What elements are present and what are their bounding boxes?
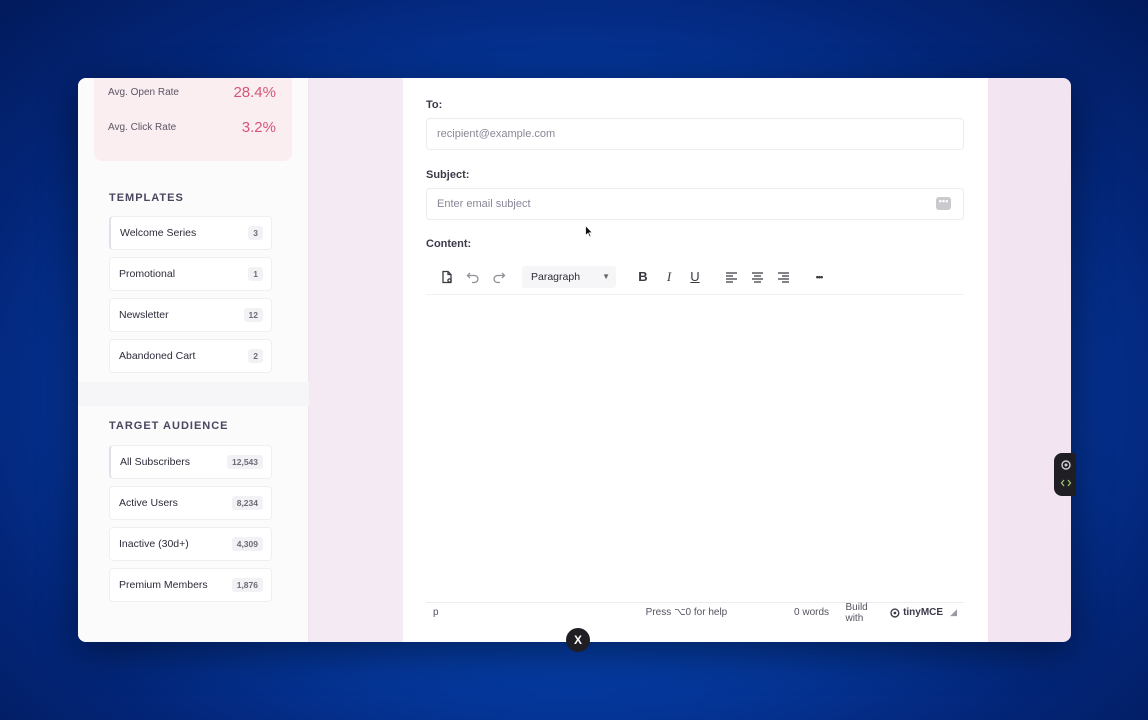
- code-icon[interactable]: [1060, 477, 1072, 489]
- template-label: Abandoned Cart: [119, 350, 196, 362]
- audience-count-badge: 12,543: [227, 455, 263, 469]
- document-settings-icon[interactable]: [434, 264, 460, 290]
- template-count-badge: 12: [243, 308, 263, 322]
- element-path[interactable]: p: [433, 607, 646, 618]
- editor-statusbar: p Press ⌥0 for help 0 words Build with t…: [426, 602, 964, 624]
- block-format-select[interactable]: Paragraph ▼: [522, 265, 616, 288]
- app-window: Avg. Open Rate 28.4% Avg. Click Rate 3.2…: [78, 78, 1071, 642]
- align-left-icon[interactable]: [718, 264, 744, 290]
- audience-label: Active Users: [119, 497, 178, 509]
- help-hint: Press ⌥0 for help: [645, 607, 728, 618]
- sidebar-divider: [78, 382, 309, 406]
- audience-count-badge: 8,234: [231, 496, 263, 510]
- underline-button[interactable]: U: [682, 264, 708, 290]
- build-with-label: Build with: [845, 601, 868, 624]
- editor-content-area[interactable]: [426, 296, 964, 602]
- audience-item-active-users[interactable]: Active Users 8,234: [109, 486, 272, 520]
- template-label: Welcome Series: [120, 227, 197, 239]
- template-item-welcome-series[interactable]: Welcome Series 3: [109, 216, 272, 250]
- audience-item-premium-members[interactable]: Premium Members 1,876: [109, 568, 272, 602]
- tinymce-logo-icon: [890, 607, 900, 618]
- audience-title: TARGET AUDIENCE: [109, 420, 229, 432]
- brand-name: tinyMCE: [903, 607, 944, 618]
- audience-item-all-subscribers[interactable]: All Subscribers 12,543: [109, 445, 272, 479]
- subject-label: Subject:: [426, 169, 470, 181]
- align-center-icon[interactable]: [744, 264, 770, 290]
- resize-handle-icon[interactable]: ◢: [950, 607, 957, 618]
- sync-icon[interactable]: [1060, 459, 1072, 471]
- template-label: Newsletter: [119, 309, 169, 321]
- block-format-value: Paragraph: [531, 270, 581, 283]
- close-badge[interactable]: X: [566, 628, 590, 652]
- to-label: To:: [426, 99, 443, 111]
- word-count[interactable]: 0 words: [794, 607, 845, 618]
- template-item-newsletter[interactable]: Newsletter 12: [109, 298, 272, 332]
- stats-card: Avg. Open Rate 28.4% Avg. Click Rate 3.2…: [94, 78, 292, 161]
- content-label: Content:: [426, 238, 472, 250]
- undo-icon[interactable]: [460, 264, 486, 290]
- click-rate-value: 3.2%: [241, 119, 276, 136]
- template-count-badge: 3: [248, 226, 263, 240]
- tinymce-branding[interactable]: Build with tinyMCE ◢: [845, 602, 957, 624]
- sidebar: Avg. Open Rate 28.4% Avg. Click Rate 3.2…: [78, 78, 309, 642]
- to-input[interactable]: [426, 118, 964, 150]
- template-label: Promotional: [119, 268, 176, 280]
- template-count-badge: 2: [248, 349, 263, 363]
- chevron-down-icon: ▼: [602, 272, 610, 281]
- stat-open-rate: Avg. Open Rate 28.4%: [108, 84, 276, 101]
- italic-button[interactable]: I: [656, 264, 682, 290]
- audience-count-badge: 1,876: [231, 578, 263, 592]
- editor-toolbar: Paragraph ▼ B I U •••: [426, 259, 964, 295]
- floating-side-toolbar: [1054, 453, 1076, 496]
- mouse-cursor-icon: [585, 225, 593, 238]
- template-item-abandoned-cart[interactable]: Abandoned Cart 2: [109, 339, 272, 373]
- more-options-button[interactable]: •••: [806, 264, 832, 290]
- audience-item-inactive[interactable]: Inactive (30d+) 4,309: [109, 527, 272, 561]
- password-manager-icon[interactable]: •••: [936, 197, 951, 210]
- audience-count-badge: 4,309: [231, 537, 263, 551]
- subject-input[interactable]: [426, 188, 964, 220]
- compose-panel: To: Subject: ••• Content:: [403, 78, 988, 642]
- open-rate-label: Avg. Open Rate: [108, 87, 179, 98]
- click-rate-label: Avg. Click Rate: [108, 122, 177, 133]
- redo-icon[interactable]: [486, 264, 512, 290]
- stat-click-rate: Avg. Click Rate 3.2%: [108, 119, 276, 136]
- open-rate-value: 28.4%: [233, 84, 276, 101]
- audience-label: Premium Members: [119, 579, 208, 591]
- align-right-icon[interactable]: [770, 264, 796, 290]
- audience-label: All Subscribers: [120, 456, 191, 468]
- template-count-badge: 1: [248, 267, 263, 281]
- templates-title: TEMPLATES: [109, 192, 184, 204]
- template-item-promotional[interactable]: Promotional 1: [109, 257, 272, 291]
- audience-label: Inactive (30d+): [119, 538, 189, 550]
- bold-button[interactable]: B: [630, 264, 656, 290]
